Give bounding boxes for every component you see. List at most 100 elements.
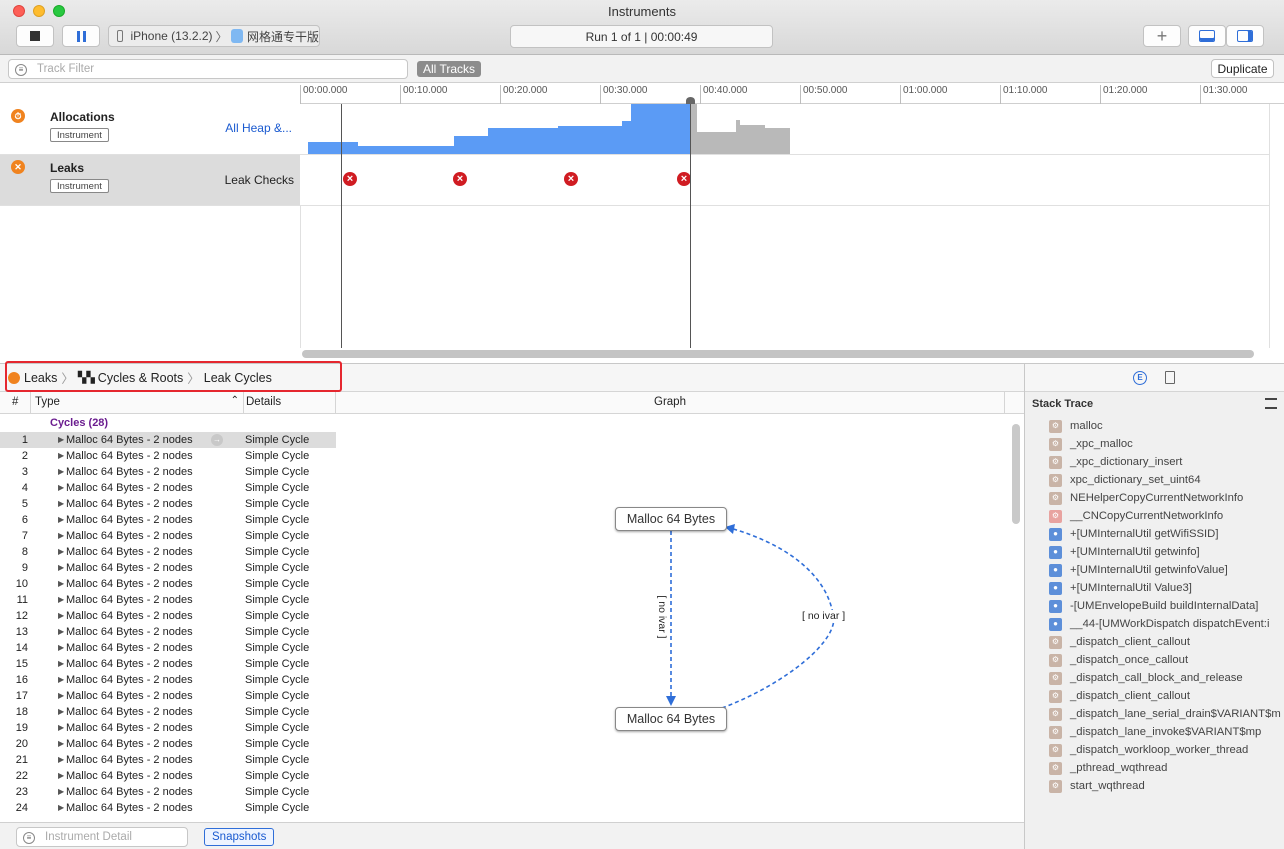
cycle-row[interactable]: 15 ▶ Malloc 64 Bytes - 2 nodes Simple Cycle	[0, 656, 336, 672]
timeline-horizontal-scrollbar[interactable]	[302, 350, 1254, 358]
disclosure-triangle-icon[interactable]: ▶	[58, 704, 64, 720]
cycle-row[interactable]: 21 ▶ Malloc 64 Bytes - 2 nodes Simple Cycle	[0, 752, 336, 768]
all-tracks-toggle[interactable]: All Tracks	[417, 61, 482, 77]
toggle-bottom-pane-button[interactable]	[1188, 25, 1226, 47]
cycle-row[interactable]: 10 ▶ Malloc 64 Bytes - 2 nodes Simple Cycle	[0, 576, 336, 592]
stack-frame[interactable]: ● +[UMInternalUtil getWifiSSID]	[1049, 525, 1218, 543]
cycles-group-header[interactable]: Cycles (28)	[0, 414, 336, 432]
cycle-row[interactable]: 2 ▶ Malloc 64 Bytes - 2 nodes Simple Cycle	[0, 448, 336, 464]
cycle-row[interactable]: 23 ▶ Malloc 64 Bytes - 2 nodes Simple Cycle	[0, 784, 336, 800]
stack-frame[interactable]: ● +[UMInternalUtil getwinfoValue]	[1049, 561, 1228, 579]
disclosure-triangle-icon[interactable]: ▶	[58, 592, 64, 608]
cycle-row[interactable]: 17 ▶ Malloc 64 Bytes - 2 nodes Simple Cycle	[0, 688, 336, 704]
disclosure-triangle-icon[interactable]: ▶	[58, 544, 64, 560]
disclosure-triangle-icon[interactable]: ▶	[58, 464, 64, 480]
go-to-arrow-icon[interactable]: →	[211, 434, 223, 446]
column-header-type[interactable]: Type ⌃	[30, 392, 243, 414]
cycle-row[interactable]: 3 ▶ Malloc 64 Bytes - 2 nodes Simple Cycle	[0, 464, 336, 480]
cycle-row[interactable]: 11 ▶ Malloc 64 Bytes - 2 nodes Simple Cycle	[0, 592, 336, 608]
stack-frame[interactable]: ⚙ _xpc_malloc	[1049, 435, 1133, 453]
stack-frame[interactable]: ⚙ _dispatch_workloop_worker_thread	[1049, 741, 1248, 759]
stack-frame[interactable]: ⚙ _xpc_dictionary_insert	[1049, 453, 1182, 471]
cycle-row[interactable]: 19 ▶ Malloc 64 Bytes - 2 nodes Simple Cycle	[0, 720, 336, 736]
cycle-row[interactable]: 12 ▶ Malloc 64 Bytes - 2 nodes Simple Cycle	[0, 608, 336, 624]
stop-recording-button[interactable]	[16, 25, 54, 47]
cycle-row[interactable]: 16 ▶ Malloc 64 Bytes - 2 nodes Simple Cycle	[0, 672, 336, 688]
disclosure-triangle-icon[interactable]: ▶	[58, 528, 64, 544]
track-filter-input[interactable]: ≡ Track Filter	[8, 59, 408, 79]
document-icon[interactable]	[1165, 371, 1175, 384]
track-allocations[interactable]: ⏱ Allocations Instrument All Heap &...	[0, 104, 300, 155]
leak-check-failed-icon[interactable]: ×	[343, 172, 357, 186]
stack-frame[interactable]: ⚙ __CNCopyCurrentNetworkInfo	[1049, 507, 1223, 525]
disclosure-triangle-icon[interactable]: ▶	[58, 736, 64, 752]
duplicate-button[interactable]: Duplicate	[1211, 59, 1274, 78]
stack-frame[interactable]: ⚙ start_wqthread	[1049, 777, 1145, 795]
extended-detail-icon[interactable]: E	[1133, 371, 1147, 385]
disclosure-triangle-icon[interactable]: ▶	[58, 576, 64, 592]
stack-options-icon[interactable]	[1265, 398, 1277, 409]
leak-check-failed-icon[interactable]: ×	[564, 172, 578, 186]
disclosure-triangle-icon[interactable]: ▶	[58, 480, 64, 496]
disclosure-triangle-icon[interactable]: ▶	[58, 800, 64, 816]
column-header-details[interactable]: Details	[243, 392, 335, 414]
stack-frame[interactable]: ⚙ _dispatch_once_callout	[1049, 651, 1188, 669]
cycle-row[interactable]: 20 ▶ Malloc 64 Bytes - 2 nodes Simple Cycle	[0, 736, 336, 752]
instrument-detail-input[interactable]: ≡ Instrument Detail	[16, 827, 188, 847]
track-leaks[interactable]: ✕ Leaks Instrument Leak Checks	[0, 155, 300, 206]
cycle-row[interactable]: 1 ▶ Malloc 64 Bytes - 2 nodes Simple Cycle →	[0, 432, 336, 448]
allocations-detail-selector[interactable]: All Heap &...	[225, 121, 292, 135]
target-device-selector[interactable]: iPhone (13.2.2) 〉 网格通专干版	[108, 25, 320, 47]
disclosure-triangle-icon[interactable]: ▶	[58, 672, 64, 688]
disclosure-triangle-icon[interactable]: ▶	[58, 624, 64, 640]
stack-frame[interactable]: ⚙ _dispatch_lane_serial_drain$VARIANT$m	[1049, 705, 1281, 723]
playhead-line[interactable]	[690, 104, 691, 348]
cycle-row[interactable]: 14 ▶ Malloc 64 Bytes - 2 nodes Simple Cycle	[0, 640, 336, 656]
cycle-row[interactable]: 22 ▶ Malloc 64 Bytes - 2 nodes Simple Cycle	[0, 768, 336, 784]
cycle-row[interactable]: 7 ▶ Malloc 64 Bytes - 2 nodes Simple Cycle	[0, 528, 336, 544]
cycle-row[interactable]: 8 ▶ Malloc 64 Bytes - 2 nodes Simple Cycle	[0, 544, 336, 560]
disclosure-triangle-icon[interactable]: ▶	[58, 640, 64, 656]
leaks-lane[interactable]: × × × ×	[300, 155, 1269, 206]
allocations-lane[interactable]	[300, 104, 1269, 155]
graph-node-top[interactable]: Malloc 64 Bytes	[615, 507, 727, 531]
disclosure-triangle-icon[interactable]: ▶	[58, 768, 64, 784]
stack-frame[interactable]: ● +[UMInternalUtil getwinfo]	[1049, 543, 1200, 561]
cycle-row[interactable]: 13 ▶ Malloc 64 Bytes - 2 nodes Simple Cycle	[0, 624, 336, 640]
disclosure-triangle-icon[interactable]: ▶	[58, 752, 64, 768]
disclosure-triangle-icon[interactable]: ▶	[58, 720, 64, 736]
graph-vertical-scrollbar[interactable]	[1012, 424, 1020, 524]
stack-frame[interactable]: ● __44-[UMWorkDispatch dispatchEvent:i	[1049, 615, 1269, 633]
stack-frame[interactable]: ⚙ malloc	[1049, 417, 1103, 435]
stack-frame[interactable]: ⚙ xpc_dictionary_set_uint64	[1049, 471, 1201, 489]
disclosure-triangle-icon[interactable]: ▶	[58, 688, 64, 704]
cycle-row[interactable]: 24 ▶ Malloc 64 Bytes - 2 nodes Simple Cycle	[0, 800, 336, 816]
stack-frame[interactable]: ⚙ NEHelperCopyCurrentNetworkInfo	[1049, 489, 1243, 507]
stack-frame[interactable]: ⚙ _dispatch_client_callout	[1049, 687, 1190, 705]
time-ruler[interactable]: 00:00.000 00:10.000 00:20.000 00:30.000 …	[300, 83, 1284, 104]
disclosure-triangle-icon[interactable]: ▶	[58, 512, 64, 528]
cycle-row[interactable]: 4 ▶ Malloc 64 Bytes - 2 nodes Simple Cycle	[0, 480, 336, 496]
leak-check-failed-icon[interactable]: ×	[677, 172, 691, 186]
disclosure-triangle-icon[interactable]: ▶	[58, 496, 64, 512]
stack-frame[interactable]: ⚙ _dispatch_lane_invoke$VARIANT$mp	[1049, 723, 1261, 741]
toggle-inspector-button[interactable]	[1226, 25, 1264, 47]
playhead-marker[interactable]	[686, 97, 695, 104]
disclosure-triangle-icon[interactable]: ▶	[58, 448, 64, 464]
column-header-number[interactable]: #	[12, 396, 18, 408]
snapshots-button[interactable]: Snapshots	[204, 828, 275, 846]
leak-check-failed-icon[interactable]: ×	[453, 172, 467, 186]
stack-frame[interactable]: ● -[UMEnvelopeBuild buildInternalData]	[1049, 597, 1258, 615]
pause-recording-button[interactable]	[62, 25, 100, 47]
inspection-range-start[interactable]	[341, 104, 342, 348]
cycle-row[interactable]: 6 ▶ Malloc 64 Bytes - 2 nodes Simple Cycle	[0, 512, 336, 528]
add-instrument-button[interactable]: +	[1143, 25, 1181, 47]
cycle-row[interactable]: 9 ▶ Malloc 64 Bytes - 2 nodes Simple Cycle	[0, 560, 336, 576]
stack-frame[interactable]: ⚙ _dispatch_call_block_and_release	[1049, 669, 1243, 687]
cycle-row[interactable]: 5 ▶ Malloc 64 Bytes - 2 nodes Simple Cycle	[0, 496, 336, 512]
stack-frame[interactable]: ⚙ _dispatch_client_callout	[1049, 633, 1190, 651]
disclosure-triangle-icon[interactable]: ▶	[58, 560, 64, 576]
disclosure-triangle-icon[interactable]: ▶	[58, 656, 64, 672]
leaks-detail-selector[interactable]: Leak Checks	[225, 173, 294, 187]
cycle-row[interactable]: 18 ▶ Malloc 64 Bytes - 2 nodes Simple Cycle	[0, 704, 336, 720]
